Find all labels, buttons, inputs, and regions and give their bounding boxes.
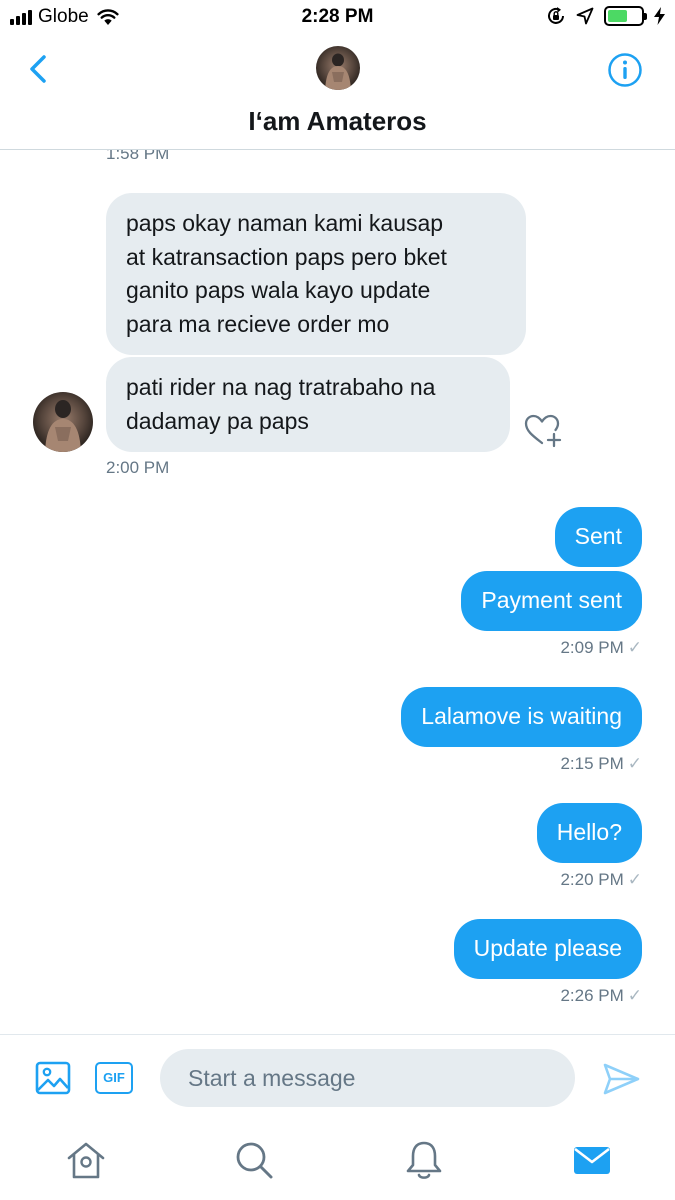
message-line: paps okay naman kami kausap — [126, 210, 444, 236]
message-timestamp: 2:00 PM — [106, 458, 170, 477]
incoming-message-bubble[interactable]: paps okay naman kami kausap at katransac… — [106, 193, 526, 355]
tab-bar — [0, 1124, 675, 1200]
message-line: para ma recieve order mo — [126, 310, 390, 337]
message-timestamp: 2:09 PM — [560, 638, 624, 657]
message-composer: GIF — [0, 1034, 675, 1124]
contact-avatar[interactable] — [316, 46, 360, 90]
back-chevron-icon[interactable] — [22, 52, 56, 86]
rotation-lock-icon — [548, 7, 564, 24]
message-timestamp: 1:58 PM — [106, 150, 170, 163]
battery-icon — [604, 6, 647, 26]
message-timestamp: 2:15 PM — [560, 754, 624, 773]
message-timestamp-row: 2:26 PM ✓ — [560, 986, 642, 1006]
sent-checkmark-icon: ✓ — [627, 870, 642, 889]
message-input[interactable] — [160, 1049, 575, 1107]
sender-avatar[interactable] — [33, 392, 93, 452]
sent-checkmark-icon: ✓ — [627, 986, 642, 1005]
notifications-bell-icon[interactable] — [402, 1138, 446, 1182]
conversation-header: I‘am Amateros — [0, 36, 675, 150]
status-right — [546, 6, 665, 26]
like-heart-icon[interactable] — [523, 412, 563, 448]
outgoing-message-bubble[interactable]: Hello? — [536, 803, 642, 863]
outgoing-message-bubble[interactable]: Payment sent — [461, 571, 642, 631]
send-icon[interactable] — [601, 1061, 641, 1097]
message-timestamp-row: 2:09 PM ✓ — [560, 638, 642, 658]
charging-icon — [654, 7, 665, 25]
message-timestamp: 2:20 PM — [560, 870, 624, 889]
outgoing-message-bubble[interactable]: Lalamove is waiting — [401, 687, 642, 747]
status-bar: Globe 2:28 PM — [0, 0, 675, 36]
message-line: dadamay pa paps — [126, 407, 309, 434]
info-icon[interactable] — [607, 52, 643, 88]
contact-name[interactable]: I‘am Amateros — [0, 106, 675, 137]
message-line: pati rider na nag tratrabaho na — [126, 374, 436, 400]
location-icon — [576, 7, 594, 25]
search-tab-icon[interactable] — [232, 1138, 276, 1182]
gif-button[interactable]: GIF — [95, 1062, 133, 1094]
image-icon[interactable] — [35, 1061, 71, 1095]
dm-conversation-screen: Globe 2:28 PM I‘am Amateros 1:58 PM paps… — [0, 0, 675, 1200]
home-tab-icon[interactable] — [64, 1138, 108, 1182]
message-timestamp-row: 2:15 PM ✓ — [560, 754, 642, 774]
battery-level — [608, 10, 628, 22]
message-timestamp-row: 2:20 PM ✓ — [560, 870, 642, 890]
sent-checkmark-icon: ✓ — [627, 754, 642, 773]
sent-checkmark-icon: ✓ — [627, 638, 642, 657]
messages-envelope-icon[interactable] — [570, 1138, 614, 1182]
incoming-message-bubble[interactable]: pati rider na nag tratrabaho na dadamay … — [106, 357, 510, 452]
message-line: at katransaction paps pero bket — [126, 243, 447, 270]
message-timestamp: 2:26 PM — [560, 986, 624, 1005]
outgoing-message-bubble[interactable]: Sent — [554, 507, 642, 567]
outgoing-message-bubble[interactable]: Update please — [453, 919, 642, 979]
message-list[interactable]: 1:58 PM paps okay naman kami kausap at k… — [0, 150, 675, 1034]
message-line: ganito paps wala kayo update — [126, 277, 431, 303]
